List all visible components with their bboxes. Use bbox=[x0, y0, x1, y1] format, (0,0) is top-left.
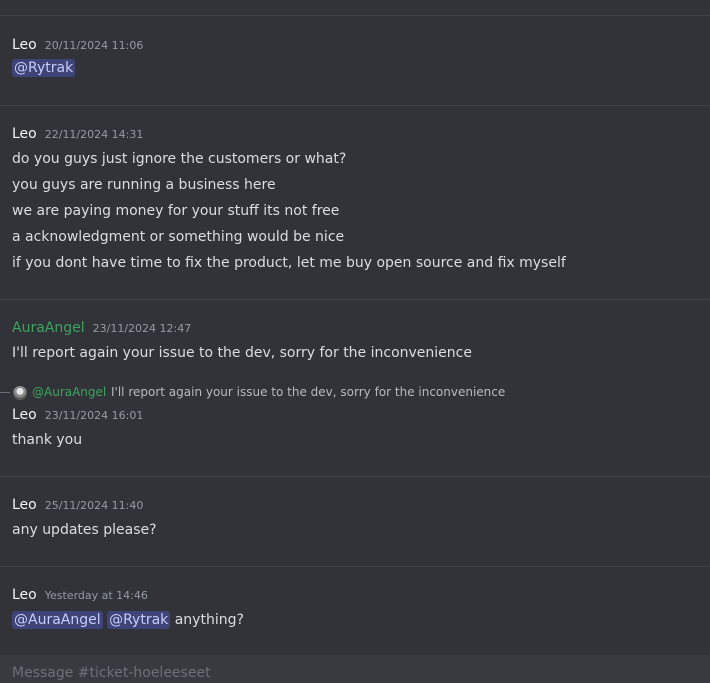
timestamp: 20/11/2024 11:06 bbox=[44, 39, 144, 52]
message-divider bbox=[0, 299, 710, 300]
author-name[interactable]: Leo bbox=[12, 497, 37, 513]
message-header: Leo 20/11/2024 11:06 bbox=[12, 37, 698, 57]
message-line: you guys are running a business here bbox=[12, 177, 276, 193]
message: Leo 23/11/2024 16:01 thank you bbox=[12, 407, 698, 453]
author-name[interactable]: Leo bbox=[12, 126, 37, 142]
message: Leo 25/11/2024 11:40 any updates please? bbox=[12, 497, 698, 543]
message-header: AuraAngel 23/11/2024 12:47 bbox=[12, 320, 698, 340]
timestamp: 25/11/2024 11:40 bbox=[44, 499, 144, 512]
message-header: Leo Yesterday at 14:46 bbox=[12, 587, 698, 607]
user-mention[interactable]: @AuraAngel bbox=[12, 611, 103, 629]
message-divider bbox=[0, 566, 710, 567]
message-divider bbox=[0, 15, 710, 16]
user-mention[interactable]: @Rytrak bbox=[107, 611, 171, 629]
message-content: @Rytrak bbox=[12, 57, 698, 79]
message: Leo 20/11/2024 11:06 @Rytrak bbox=[12, 37, 698, 79]
reply-spine bbox=[0, 392, 10, 393]
message-line: do you guys just ignore the customers or… bbox=[12, 151, 347, 167]
chat-message-list: Leo 20/11/2024 11:06 @Rytrak Leo 22/11/2… bbox=[0, 0, 710, 683]
author-name[interactable]: AuraAngel bbox=[12, 320, 85, 336]
message-text: anything? bbox=[174, 612, 244, 628]
author-name[interactable]: Leo bbox=[12, 407, 37, 423]
message-line: a acknowledgment or something would be n… bbox=[12, 229, 345, 245]
timestamp: 23/11/2024 16:01 bbox=[44, 409, 144, 422]
reply-author-name[interactable]: @AuraAngel bbox=[32, 385, 106, 399]
message-content: @AuraAngel @Rytrak anything? bbox=[12, 607, 698, 633]
message-composer bbox=[0, 655, 710, 683]
message-header: Leo 25/11/2024 11:40 bbox=[12, 497, 698, 517]
message-divider bbox=[0, 105, 710, 106]
reply-preview-text[interactable]: I'll report again your issue to the dev,… bbox=[111, 385, 505, 399]
author-name[interactable]: Leo bbox=[12, 587, 37, 603]
message: AuraAngel 23/11/2024 12:47 I'll report a… bbox=[12, 320, 698, 366]
message-line: if you dont have time to fix the product… bbox=[12, 255, 566, 271]
user-mention[interactable]: @Rytrak bbox=[12, 59, 76, 77]
timestamp: Yesterday at 14:46 bbox=[44, 589, 148, 602]
avatar[interactable] bbox=[13, 386, 27, 400]
message-line: any updates please? bbox=[12, 522, 157, 538]
message-line: we are paying money for your stuff its n… bbox=[12, 203, 340, 219]
message: Leo 22/11/2024 14:31 do you guys just ig… bbox=[12, 126, 698, 276]
message-line: I'll report again your issue to the dev,… bbox=[12, 345, 472, 361]
author-name[interactable]: Leo bbox=[12, 37, 37, 53]
message-divider bbox=[0, 476, 710, 477]
timestamp: 23/11/2024 12:47 bbox=[92, 322, 192, 335]
reply-reference[interactable]: @AuraAngel I'll report again your issue … bbox=[0, 384, 710, 402]
message: Leo Yesterday at 14:46 @AuraAngel @Rytra… bbox=[12, 587, 698, 633]
message-line: thank you bbox=[12, 432, 83, 448]
message-header: Leo 22/11/2024 14:31 bbox=[12, 126, 698, 146]
timestamp: 22/11/2024 14:31 bbox=[44, 128, 144, 141]
message-header: Leo 23/11/2024 16:01 bbox=[12, 407, 698, 427]
message-input[interactable] bbox=[12, 665, 692, 681]
